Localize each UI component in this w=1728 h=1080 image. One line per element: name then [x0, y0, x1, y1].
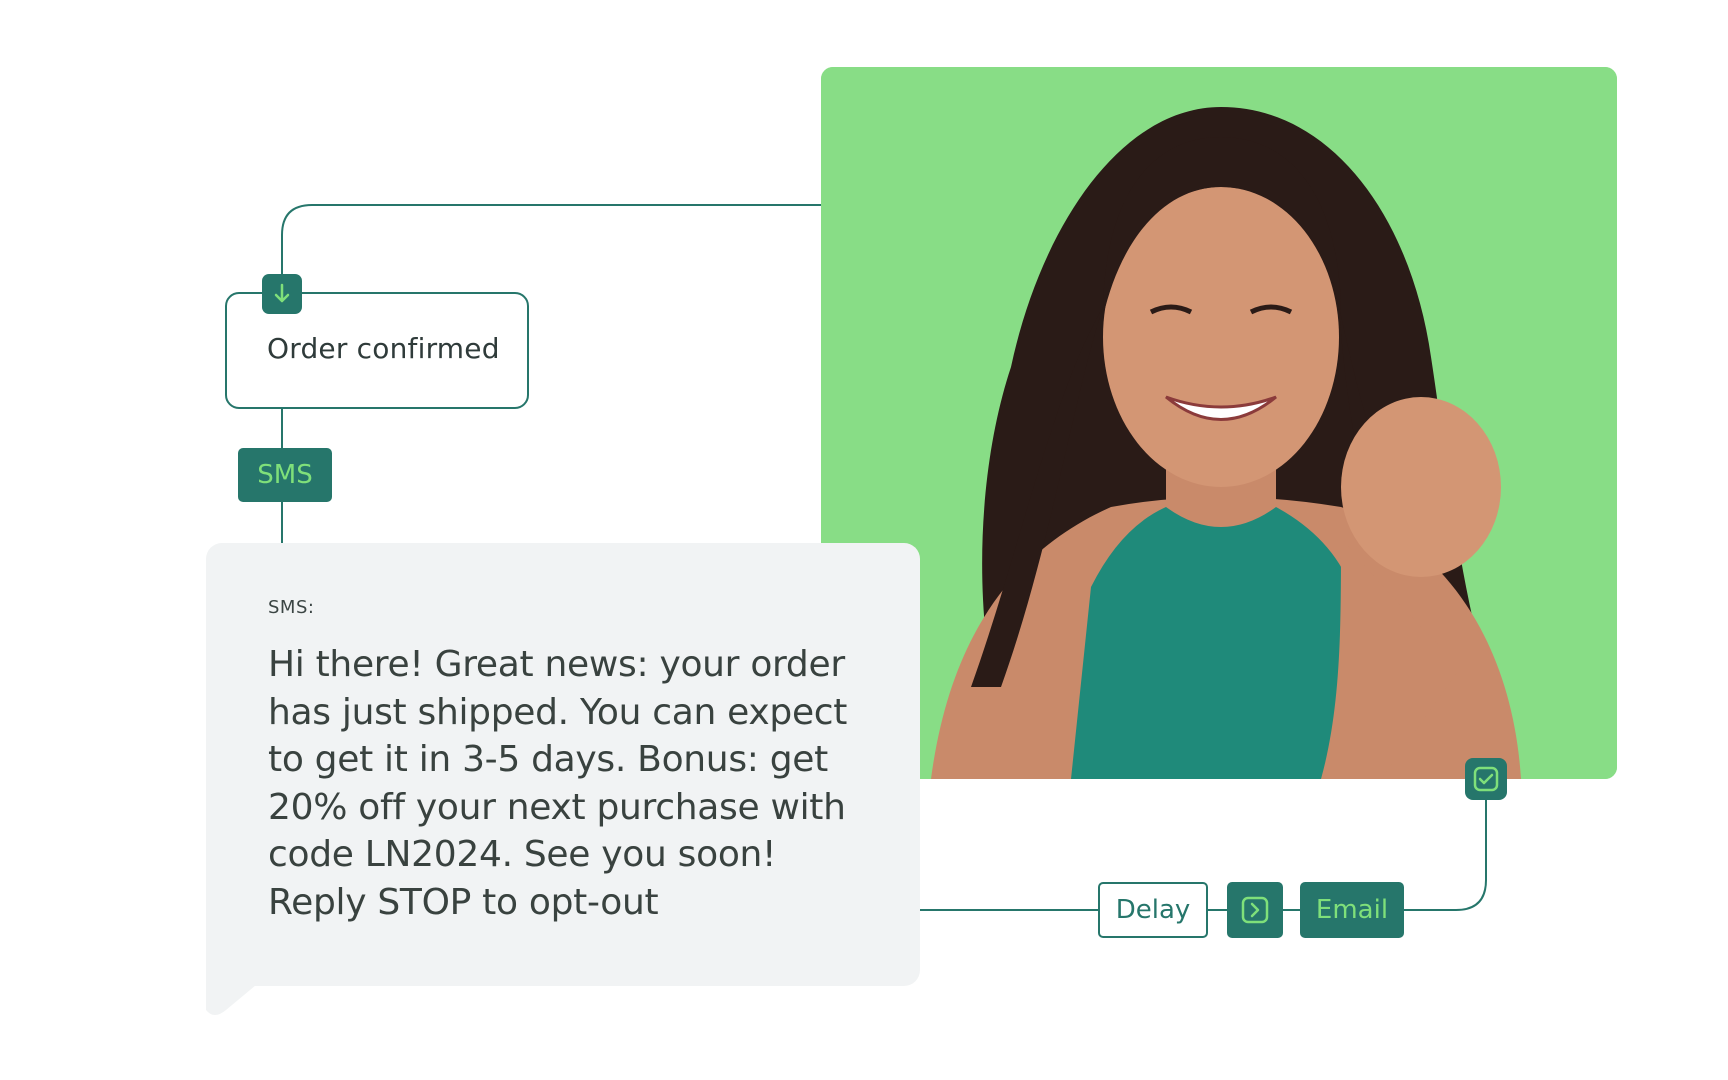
connector-email-to-check: [1404, 800, 1487, 911]
arrow-down-icon: [262, 274, 302, 314]
bubble-tail: [206, 960, 286, 1015]
checkbox-checked-icon[interactable]: [1465, 758, 1507, 800]
connector-top: [281, 204, 821, 292]
delay-button[interactable]: Delay: [1098, 882, 1208, 938]
delay-label: Delay: [1115, 895, 1191, 925]
woman-illustration: [821, 67, 1617, 779]
canvas: Order confirmed SMS SMS: Hi there! Great…: [0, 0, 1728, 1080]
email-label: Email: [1315, 895, 1389, 925]
message-kicker: SMS:: [268, 597, 315, 618]
email-node[interactable]: Email: [1300, 882, 1404, 938]
sms-channel-tag[interactable]: SMS: [238, 448, 332, 502]
sms-message-bubble: SMS: Hi there! Great news: your order ha…: [206, 543, 920, 986]
trigger-label: Order confirmed: [267, 332, 500, 365]
sms-tag-label: SMS: [257, 460, 313, 490]
next-step-button[interactable]: [1227, 882, 1283, 938]
chevron-right-icon: [1241, 896, 1269, 924]
hero-photo: [821, 67, 1617, 779]
message-body: Hi there! Great news: your order has jus…: [268, 644, 848, 923]
